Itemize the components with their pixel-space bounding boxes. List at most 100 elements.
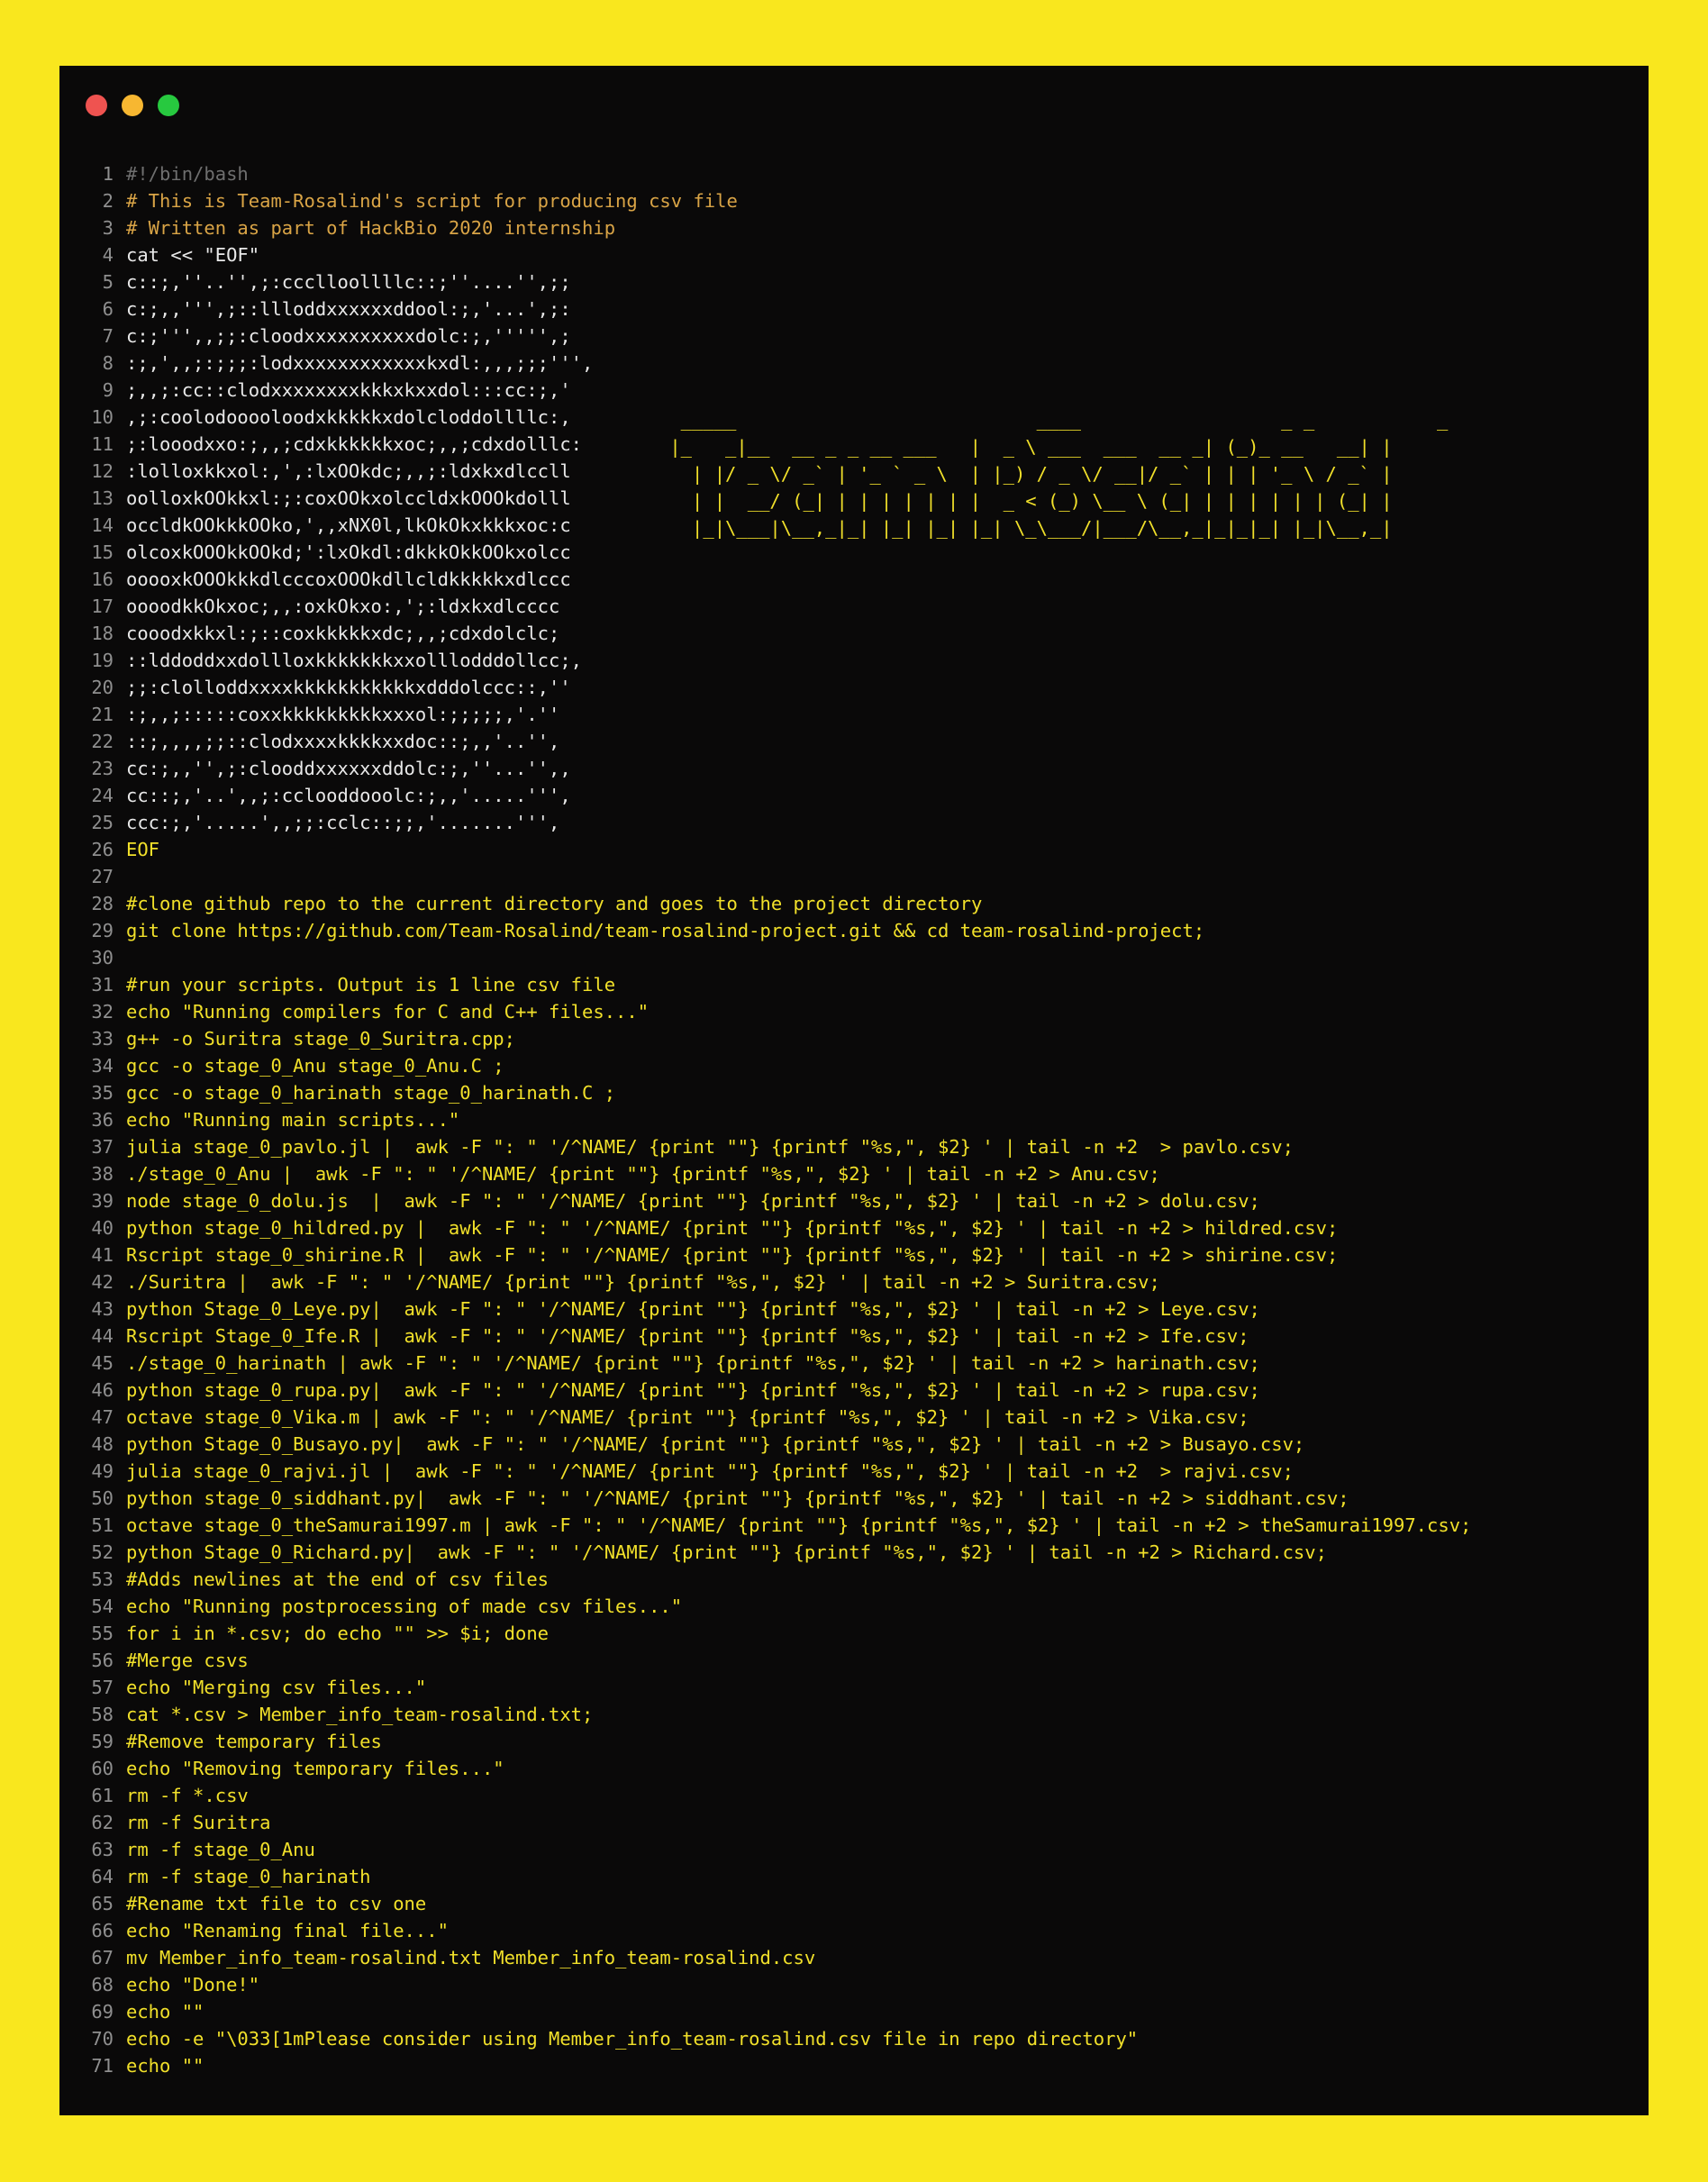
code-text: rm -f stage_0_harinath — [126, 1866, 371, 1887]
line-number: 55 — [91, 1623, 114, 1644]
line-number: 23 — [91, 758, 114, 779]
line-number: 3 — [102, 217, 114, 239]
code-window: 1 #!/bin/bash 2 # This is Team-Rosalind's s… — [59, 66, 1649, 2115]
ascii-art-line: |_|\___|\__,_|_| |_| |_| |_| \_\___/|___… — [659, 517, 1393, 539]
code-text: Rscript Stage_0_Ife.R | awk -F ": " '/^N… — [126, 1325, 1249, 1347]
code-text: :;,',,;:;;;:lodxxxxxxxxxxxxkxdl:,,,;;;''… — [126, 352, 594, 374]
line-number: 62 — [91, 1812, 114, 1833]
close-window-button[interactable] — [86, 95, 107, 116]
line-number: 57 — [91, 1677, 114, 1698]
line-number: 56 — [91, 1650, 114, 1671]
code-text: echo "Merging csv files..." — [126, 1677, 427, 1698]
line-number: 32 — [91, 1001, 114, 1023]
code-text: rm -f *.csv — [126, 1785, 249, 1806]
code-line: 2 # This is Team-Rosalind's script for pr… — [59, 187, 1649, 214]
code-text: rm -f stage_0_Anu — [126, 1839, 315, 1860]
line-number: 66 — [91, 1920, 114, 1941]
code-line: 60 echo "Removing temporary files..." — [59, 1755, 1649, 1782]
line-number: 65 — [91, 1893, 114, 1914]
code-text: ;:looodxxo:;,,;cdxkkkkkkxoc;,,;cdxdolllc… — [126, 433, 583, 455]
code-line: 64 rm -f stage_0_harinath — [59, 1863, 1649, 1890]
code-line: 1 #!/bin/bash — [59, 160, 1649, 187]
code-line: 55 for i in *.csv; do echo "" >> $i; done — [59, 1620, 1649, 1647]
ascii-art-banner: _____ ____ _ _ _ |_ _|__ __ _ _ __ ___ |… — [659, 406, 1448, 541]
code-text: python stage_0_rupa.py| awk -F ": " '/^N… — [126, 1379, 1260, 1401]
code-line: 46 python stage_0_rupa.py| awk -F ": " '/… — [59, 1377, 1649, 1404]
code-line: 26 EOF — [59, 836, 1649, 863]
code-line: 18 cooodxkkxl:;::coxkkkkkxdc;,,;cdxdolclc… — [59, 620, 1649, 647]
code-text: python Stage_0_Busayo.py| awk -F ": " '/… — [126, 1433, 1305, 1455]
code-line: 23 cc:;,,'',;:clooddxxxxxxddolc:;,''...''… — [59, 755, 1649, 782]
line-number: 53 — [91, 1568, 114, 1590]
line-number: 2 — [102, 190, 114, 212]
code-text: echo "" — [126, 2055, 204, 2077]
code-text: octave stage_0_Vika.m | awk -F ": " '/^N… — [126, 1406, 1249, 1428]
line-number: 21 — [91, 704, 114, 725]
code-text: node stage_0_dolu.js | awk -F ": " '/^NA… — [126, 1190, 1260, 1212]
code-line: 52 python Stage_0_Richard.py| awk -F ": "… — [59, 1539, 1649, 1566]
line-number: 8 — [102, 352, 114, 374]
line-number: 24 — [91, 785, 114, 806]
code-line: 40 python stage_0_hildred.py | awk -F ": … — [59, 1214, 1649, 1241]
line-number: 10 — [91, 406, 114, 428]
code-line: 15 olcoxkOOOkkOOkd;':lxOkdl:dkkkOkkOOkxol… — [59, 539, 1649, 566]
line-number: 43 — [91, 1298, 114, 1320]
line-number: 51 — [91, 1514, 114, 1536]
code-text: cat *.csv > Member_info_team-rosalind.tx… — [126, 1704, 594, 1725]
code-text: :lolloxkkxol:,',:lxOOkdc;,,;:ldxkxdlccll — [126, 460, 571, 482]
line-number: 71 — [91, 2055, 114, 2077]
code-line: 51 octave stage_0_theSamurai1997.m | awk … — [59, 1512, 1649, 1539]
code-line: 4 cat << "EOF" — [59, 241, 1649, 268]
code-text: echo "Removing temporary files..." — [126, 1758, 504, 1779]
code-text: :;,,;:::::coxxkkkkkkkkkxxxol:;;;;;,'.'' — [126, 704, 560, 725]
code-line: 49 julia stage_0_rajvi.jl | awk -F ": " '… — [59, 1458, 1649, 1485]
code-line: 36 echo "Running main scripts..." — [59, 1106, 1649, 1133]
line-number: 60 — [91, 1758, 114, 1779]
line-number: 64 — [91, 1866, 114, 1887]
line-number: 7 — [102, 325, 114, 347]
code-text: ./stage_0_Anu | awk -F ": " '/^NAME/ {pr… — [126, 1163, 1160, 1185]
line-number: 6 — [102, 298, 114, 320]
line-number: 19 — [91, 650, 114, 671]
line-number: 54 — [91, 1596, 114, 1617]
code-text: c::;,''..'',;:ccclloollllc::;''....'',;; — [126, 271, 571, 293]
code-text: cc:;,,'',;:clooddxxxxxxddolc:;,''...'',, — [126, 758, 571, 779]
minimize-window-button[interactable] — [122, 95, 143, 116]
code-text: octave stage_0_theSamurai1997.m | awk -F… — [126, 1514, 1472, 1536]
code-line: 30 — [59, 944, 1649, 971]
code-line: 70 echo -e "\033[1mPlease consider using … — [59, 2025, 1649, 2052]
code-text: ;,,;:cc::clodxxxxxxxxkkkxkxxdol:::cc:;,' — [126, 379, 571, 401]
line-number: 9 — [102, 379, 114, 401]
line-number: 42 — [91, 1271, 114, 1293]
code-line: 67 mv Member_info_team-rosalind.txt Membe… — [59, 1944, 1649, 1971]
code-text: ooooxkOOOkkkdlcccoxOOOkdllcldkkkkkxdlccc — [126, 568, 571, 590]
code-line: 57 echo "Merging csv files..." — [59, 1674, 1649, 1701]
code-text: python Stage_0_Leye.py| awk -F ": " '/^N… — [126, 1298, 1260, 1320]
code-line: 68 echo "Done!" — [59, 1971, 1649, 1998]
code-line: 56 #Merge csvs — [59, 1647, 1649, 1674]
code-line: 63 rm -f stage_0_Anu — [59, 1836, 1649, 1863]
line-number: 16 — [91, 568, 114, 590]
code-line: 37 julia stage_0_pavlo.jl | awk -F ": " '… — [59, 1133, 1649, 1160]
line-number: 28 — [91, 893, 114, 914]
code-text: echo "Renaming final file..." — [126, 1920, 449, 1941]
code-text: EOF — [126, 839, 160, 860]
code-line: 24 cc::;,'..',,;:cclooddooolc:;,,'.....''… — [59, 782, 1649, 809]
line-number: 44 — [91, 1325, 114, 1347]
line-number: 50 — [91, 1487, 114, 1509]
code-text: cooodxkkxl:;::coxkkkkkxdc;,,;cdxdolclc; — [126, 623, 560, 644]
line-number: 69 — [91, 2001, 114, 2023]
line-number: 38 — [91, 1163, 114, 1185]
code-line: 6 c:;,,''',;::llloddxxxxxxddool:;,'...',;… — [59, 295, 1649, 323]
maximize-window-button[interactable] — [158, 95, 179, 116]
line-number: 20 — [91, 677, 114, 698]
line-number: 52 — [91, 1541, 114, 1563]
line-number: 31 — [91, 974, 114, 996]
code-line: 61 rm -f *.csv — [59, 1782, 1649, 1809]
code-text: #clone github repo to the current direct… — [126, 893, 983, 914]
code-line: 33 g++ -o Suritra stage_0_Suritra.cpp; — [59, 1025, 1649, 1052]
code-text: c:;,,''',;::llloddxxxxxxddool:;,'...',;: — [126, 298, 571, 320]
code-line: 58 cat *.csv > Member_info_team-rosalind.… — [59, 1701, 1649, 1728]
code-text: #!/bin/bash — [126, 163, 249, 185]
line-number: 1 — [102, 163, 114, 185]
